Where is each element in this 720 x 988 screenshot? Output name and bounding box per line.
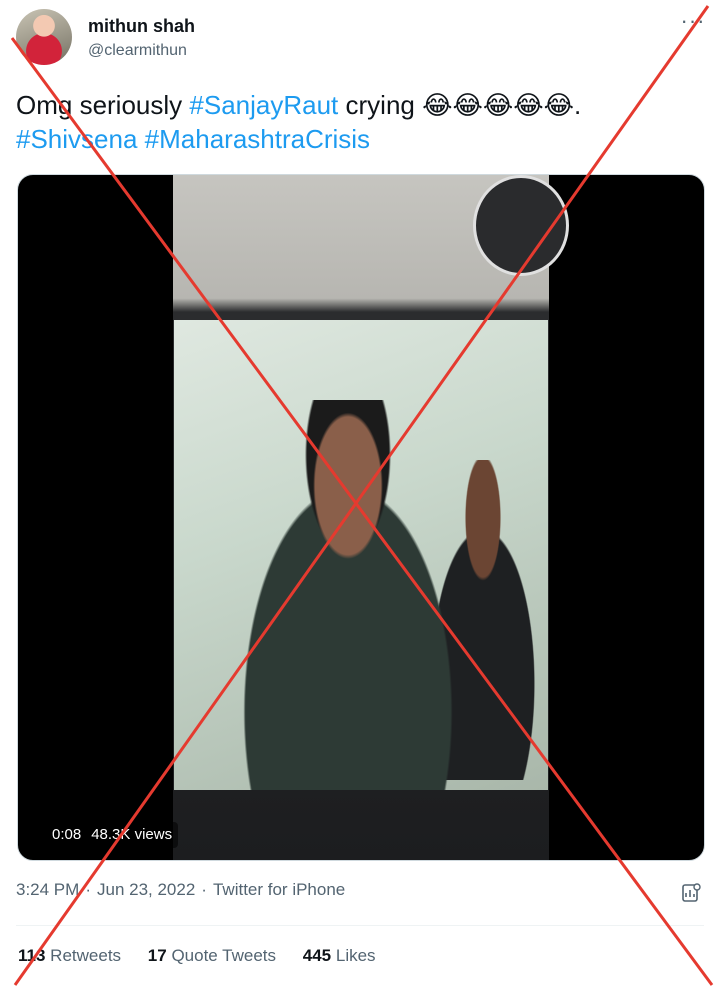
hashtag-maharashtracrisis[interactable]: #MaharashtraCrisis <box>145 124 370 154</box>
likes-count: 445 <box>302 946 332 965</box>
separator: · <box>201 880 207 899</box>
tweet-text-part: crying <box>338 90 423 120</box>
hashtag-sanjayraut[interactable]: #SanjayRaut <box>189 90 338 120</box>
retweets-label: Retweets <box>50 946 122 965</box>
likes-label: Likes <box>335 946 376 965</box>
retweets-stat[interactable]: 113 Retweets <box>18 946 121 965</box>
avatar[interactable] <box>16 9 72 65</box>
author-handle[interactable]: @clearmithun <box>88 42 187 60</box>
tweet-date[interactable]: Jun 23, 2022 <box>97 880 195 899</box>
video-duration: 0:08 <box>52 826 82 843</box>
tweet-text-part: Omg seriously <box>16 90 190 120</box>
more-options-icon[interactable]: ··· <box>678 10 708 34</box>
analytics-icon[interactable] <box>680 882 702 904</box>
video-stats-badge: 0:08 48.3K views <box>46 822 179 848</box>
separator: · <box>85 880 91 899</box>
tweet-metadata: 3:24 PM · Jun 23, 2022 · Twitter for iPhone <box>16 880 345 900</box>
engagement-stats: 113 Retweets 17 Quote Tweets 445 Likes <box>18 946 398 966</box>
tweet-time[interactable]: 3:24 PM <box>16 880 79 899</box>
laughing-emoji-icons: 😂😂😂😂😂. <box>422 90 582 120</box>
likes-stat[interactable]: 445 Likes <box>303 946 376 965</box>
quotes-count: 17 <box>147 946 167 965</box>
person-foreground-image <box>203 400 493 790</box>
tweet-text: Omg seriously #SanjayRaut crying 😂😂😂😂😂. … <box>16 88 704 156</box>
hashtag-shivsena[interactable]: #Shivsena <box>16 124 137 154</box>
quote-tweets-stat[interactable]: 17 Quote Tweets <box>148 946 276 965</box>
retweets-count: 113 <box>18 946 46 965</box>
quotes-label: Quote Tweets <box>171 946 277 965</box>
author-name[interactable]: mithun shah <box>88 16 195 37</box>
wall-meter-image <box>473 175 569 276</box>
video-player[interactable]: 0:08 48.3K views <box>17 174 705 861</box>
tweet-source[interactable]: Twitter for iPhone <box>213 880 345 899</box>
video-views: 48.3K views <box>91 826 173 843</box>
divider <box>16 925 704 926</box>
